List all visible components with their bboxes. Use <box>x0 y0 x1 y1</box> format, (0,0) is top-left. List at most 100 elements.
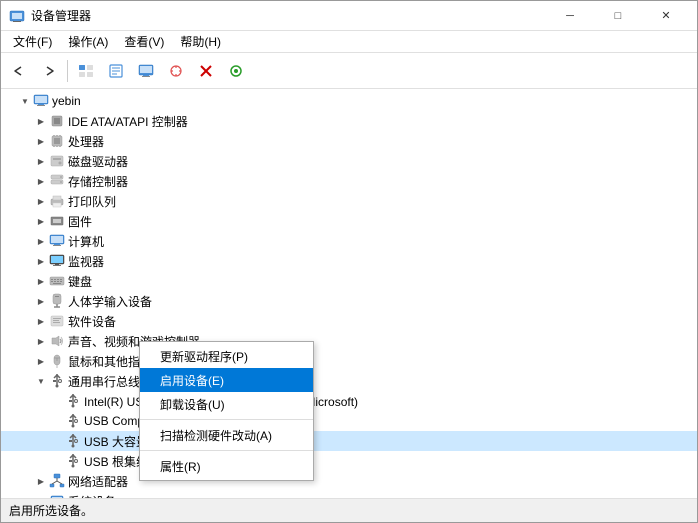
printer-icon <box>49 193 65 209</box>
toggle-icon[interactable]: ▶ <box>33 133 49 149</box>
device-tree[interactable]: ▼ yebin ▶ <box>1 89 697 498</box>
device-manager-window: 设备管理器 ─ □ ✕ 文件(F) 操作(A) 查看(V) 帮助(H) <box>0 0 698 523</box>
tree-item-computer[interactable]: ▶ 计算机 <box>1 231 697 251</box>
tree-label: 打印队列 <box>68 193 116 210</box>
maximize-button[interactable]: □ <box>595 2 641 30</box>
tree-item-disk[interactable]: ▶ 磁盘驱动器 <box>1 151 697 171</box>
ctx-properties[interactable]: 属性(R) <box>140 454 313 478</box>
app-icon <box>9 8 25 24</box>
keyboard-icon <box>49 273 65 289</box>
main-content: ▼ yebin ▶ <box>1 89 697 498</box>
tree-label: 键盘 <box>68 273 92 290</box>
tree-item-root[interactable]: ▼ yebin <box>1 91 697 111</box>
hid-icon <box>49 293 65 309</box>
toggle-icon[interactable]: ▶ <box>33 173 49 189</box>
tree-item-firmware[interactable]: ▶ 固件 <box>1 211 697 231</box>
tree-item-hid[interactable]: ▶ 人体学输入设备 <box>1 291 697 311</box>
audio-icon <box>49 333 65 349</box>
tree-item-mouse[interactable]: ▶ 鼠标和其他指针设备 <box>1 351 697 371</box>
toggle-icon[interactable]: ▶ <box>33 233 49 249</box>
properties-button[interactable] <box>102 57 130 85</box>
tree-item-usb-composite[interactable]: USB Composite Device <box>1 411 697 431</box>
toggle-icon[interactable]: ▶ <box>33 313 49 329</box>
update-driver-button[interactable] <box>132 57 160 85</box>
computer-icon <box>33 93 49 109</box>
toggle-icon[interactable]: ▶ <box>33 353 49 369</box>
ctx-uninstall-device[interactable]: 卸载设备(U) <box>140 392 313 416</box>
remove-button[interactable] <box>192 57 220 85</box>
tree-item-intel-usb[interactable]: Intel(R) USB 3.0 可扩展主机控制器 - 1.0 (Microso… <box>1 391 697 411</box>
toggle-icon[interactable]: ▶ <box>33 333 49 349</box>
toggle-icon[interactable]: ▶ <box>33 293 49 309</box>
tree-label: 网络适配器 <box>68 473 128 490</box>
toolbar <box>1 53 697 89</box>
usb-storage-icon <box>65 433 81 449</box>
toggle-icon[interactable]: ▼ <box>33 373 49 389</box>
close-button[interactable]: ✕ <box>643 2 689 30</box>
forward-button[interactable] <box>35 57 63 85</box>
software-icon <box>49 313 65 329</box>
no-toggle <box>49 453 65 469</box>
toggle-icon[interactable]: ▶ <box>33 193 49 209</box>
tree-item-keyboard[interactable]: ▶ 键盘 <box>1 271 697 291</box>
tree-item-audio[interactable]: ▶ 声音、视频和游戏控制器 <box>1 331 697 351</box>
toggle-icon[interactable]: ▶ <box>33 493 49 498</box>
tree-label: 人体学输入设备 <box>68 293 152 310</box>
firmware-icon <box>49 213 65 229</box>
refresh-button[interactable] <box>222 57 250 85</box>
chip-icon <box>49 113 65 129</box>
tree-item-processor[interactable]: ▶ 处理器 <box>1 131 697 151</box>
tree-label: 存储控制器 <box>68 173 128 190</box>
no-toggle <box>49 413 65 429</box>
title-controls: ─ □ ✕ <box>547 2 689 30</box>
ctx-update-driver[interactable]: 更新驱动程序(P) <box>140 344 313 368</box>
toggle-icon[interactable]: ▶ <box>33 153 49 169</box>
title-bar: 设备管理器 ─ □ ✕ <box>1 1 697 31</box>
menu-action[interactable]: 操作(A) <box>60 31 116 52</box>
ctx-scan-hardware[interactable]: 扫描检测硬件改动(A) <box>140 423 313 447</box>
ctx-separator-1 <box>140 419 313 420</box>
tree-item-network[interactable]: ▶ 网络适配器 <box>1 471 697 491</box>
tree-item-usb-root[interactable]: ▼ 通用串行总线控制器 <box>1 371 697 391</box>
menu-help[interactable]: 帮助(H) <box>172 31 229 52</box>
menu-bar: 文件(F) 操作(A) 查看(V) 帮助(H) <box>1 31 697 53</box>
tree-item-usb-hub[interactable]: USB 根集线器 <box>1 451 697 471</box>
storage-icon <box>49 173 65 189</box>
tree-label: 磁盘驱动器 <box>68 153 128 170</box>
tree-label: 处理器 <box>68 133 104 150</box>
scan-button[interactable] <box>162 57 190 85</box>
menu-file[interactable]: 文件(F) <box>5 31 60 52</box>
toggle-icon[interactable]: ▶ <box>33 273 49 289</box>
cpu-icon <box>49 133 65 149</box>
toolbar-sep-1 <box>67 60 68 82</box>
computer-icon <box>49 233 65 249</box>
tree-label: 软件设备 <box>68 313 116 330</box>
show-hidden-button[interactable] <box>72 57 100 85</box>
status-text: 启用所选设备。 <box>9 502 93 519</box>
toggle-icon[interactable]: ▼ <box>17 93 33 109</box>
tree-label: IDE ATA/ATAPI 控制器 <box>68 113 188 130</box>
tree-item-monitor[interactable]: ▶ 监视器 <box>1 251 697 271</box>
menu-view[interactable]: 查看(V) <box>116 31 172 52</box>
tree-item-print[interactable]: ▶ 打印队列 <box>1 191 697 211</box>
mouse-icon <box>49 353 65 369</box>
tree-item-usb-mass-storage[interactable]: USB 大容量存储设备 <box>1 431 697 451</box>
toggle-icon[interactable]: ▶ <box>33 113 49 129</box>
back-button[interactable] <box>5 57 33 85</box>
context-menu: 更新驱动程序(P) 启用设备(E) 卸载设备(U) 扫描检测硬件改动(A) 属性… <box>139 341 314 481</box>
tree-label: 计算机 <box>68 233 104 250</box>
status-bar: 启用所选设备。 <box>1 498 697 522</box>
usb-icon <box>49 373 65 389</box>
network-icon <box>49 473 65 489</box>
ctx-enable-device[interactable]: 启用设备(E) <box>140 368 313 392</box>
tree-item-software[interactable]: ▶ 软件设备 <box>1 311 697 331</box>
tree-item-storage[interactable]: ▶ 存储控制器 <box>1 171 697 191</box>
tree-label-root: yebin <box>52 94 81 108</box>
minimize-button[interactable]: ─ <box>547 2 593 30</box>
title-bar-left: 设备管理器 <box>9 7 91 24</box>
tree-item-system[interactable]: ▶ 系统设备 <box>1 491 697 498</box>
tree-item-ide[interactable]: ▶ IDE ATA/ATAPI 控制器 <box>1 111 697 131</box>
toggle-icon[interactable]: ▶ <box>33 473 49 489</box>
toggle-icon[interactable]: ▶ <box>33 213 49 229</box>
toggle-icon[interactable]: ▶ <box>33 253 49 269</box>
